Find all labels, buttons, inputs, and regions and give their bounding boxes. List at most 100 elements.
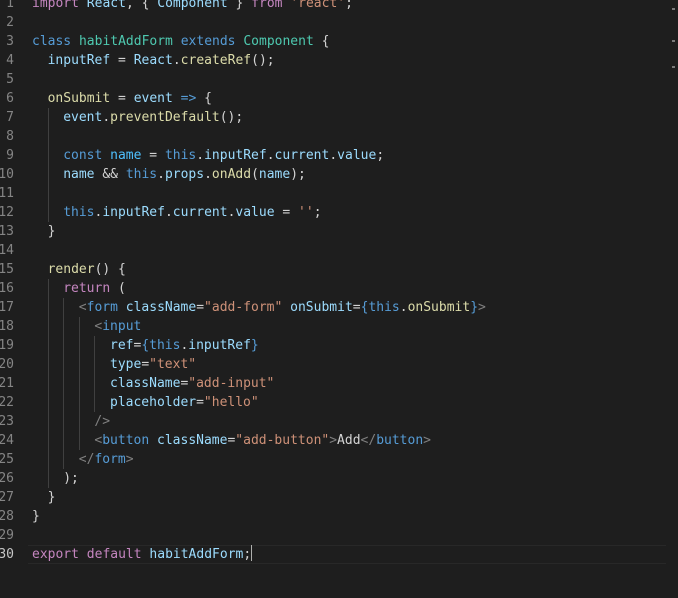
code-line[interactable]: class habitAddForm extends Component { [32, 32, 666, 51]
code-line[interactable]: export default habitAddForm; [28, 545, 666, 564]
code-token: className [157, 433, 228, 448]
code-line-content: className="add-input" [110, 376, 274, 391]
line-number: 26 [0, 471, 14, 486]
code-token: = [141, 357, 150, 372]
code-token: current [172, 205, 228, 220]
code-token: this [125, 167, 158, 182]
code-line[interactable]: inputRef = React.createRef(); [32, 51, 666, 70]
code-line-content: /> [94, 414, 110, 429]
code-line[interactable]: /> [32, 412, 666, 431]
code-line-content: class habitAddForm extends Component { [32, 34, 329, 49]
code-token: { [313, 34, 330, 49]
code-token: value [337, 148, 377, 163]
overview-ruler[interactable] [666, 0, 678, 598]
code-line[interactable]: ); [32, 469, 666, 488]
indent-guide [78, 393, 80, 412]
code-line[interactable]: return ( [32, 279, 666, 298]
code-line-content: event.preventDefault(); [63, 110, 243, 125]
code-line[interactable]: this.inputRef.current.value = ''; [32, 203, 666, 222]
indent-guide [63, 298, 65, 317]
indent-guide [47, 469, 49, 488]
code-token: . [164, 205, 173, 220]
code-line[interactable]: onSubmit = event => { [32, 89, 666, 108]
line-number: 11 [0, 186, 14, 201]
code-token: = [352, 300, 361, 315]
code-token: () { [94, 262, 126, 277]
code-line[interactable]: placeholder="hello" [32, 393, 666, 412]
code-token: inputRef [188, 338, 251, 353]
indent-guide [47, 203, 49, 222]
code-token: < [78, 300, 87, 315]
code-token: className [110, 376, 181, 391]
code-line[interactable]: render() { [32, 260, 666, 279]
code-token: = [196, 300, 205, 315]
line-number: 14 [0, 243, 14, 258]
code-line[interactable] [32, 13, 666, 32]
indent-guide [63, 393, 65, 412]
indent-guide [47, 431, 49, 450]
code-token: ; [345, 0, 353, 11]
code-token: input [102, 319, 142, 334]
code-token: "text" [149, 357, 197, 372]
code-line[interactable]: <input [32, 317, 666, 336]
line-number-gutter: 1 2 3 4 5 6 7 8 9 10 11 12 13 14 15 16 17 18 19 20 21 22 23 24 2… [0, 0, 16, 564]
ruler-marker [672, 8, 675, 10]
code-token: current [274, 148, 330, 163]
code-line[interactable]: type="text" [32, 355, 666, 374]
code-line-content: <input [94, 319, 141, 334]
code-line[interactable]: <button className="add-button">Add</butt… [32, 431, 666, 450]
code-line-content: export default habitAddForm; [32, 545, 253, 562]
code-line-content: this.inputRef.current.value = ''; [63, 205, 321, 220]
code-line-content: inputRef = React.createRef(); [48, 53, 275, 68]
code-line[interactable] [32, 241, 666, 260]
code-line[interactable]: className="add-input" [32, 374, 666, 393]
code-line-content: return ( [63, 281, 126, 296]
code-token: . [172, 53, 181, 68]
indent-guide [94, 393, 96, 412]
code-line[interactable]: name && this.props.onAdd(name); [32, 165, 666, 184]
code-line[interactable] [32, 526, 666, 545]
indent-guide [78, 336, 80, 355]
code-line[interactable] [32, 70, 666, 89]
code-token: "hello" [203, 395, 259, 410]
line-number: 9 [6, 148, 14, 163]
code-line[interactable]: </form> [32, 450, 666, 469]
code-token: > [423, 433, 431, 448]
code-line[interactable]: const name = this.inputRef.current.value… [32, 146, 666, 165]
code-token: ); [63, 471, 79, 486]
code-token: "add-form" [204, 300, 283, 315]
code-line[interactable]: import React, { Component } from 'react'… [32, 0, 666, 13]
indent-guide [47, 279, 49, 298]
code-line[interactable] [32, 127, 666, 146]
code-line[interactable]: event.preventDefault(); [32, 108, 666, 127]
code-token: { [196, 91, 212, 106]
indent-guide [47, 317, 49, 336]
code-token: } [470, 300, 479, 315]
code-line[interactable]: } [32, 222, 666, 241]
code-line[interactable]: } [32, 488, 666, 507]
indent-guide [94, 374, 96, 393]
line-number: 30 [0, 547, 14, 562]
code-area[interactable]: import React, { Component } from 'react'… [28, 0, 666, 564]
indent-guide [47, 336, 49, 355]
code-editor[interactable]: 1 2 3 4 5 6 7 8 9 10 11 12 13 14 15 16 17 18 19 20 21 22 23 24 2… [0, 0, 678, 598]
code-token: export [32, 547, 79, 562]
line-number: 25 [0, 452, 14, 467]
code-line[interactable]: <form className="add-form" onSubmit={thi… [32, 298, 666, 317]
code-token: ( [251, 167, 259, 182]
code-token: { [141, 338, 150, 353]
indent-guide [78, 317, 80, 336]
code-line-content: onSubmit = event => { [48, 91, 212, 106]
line-number: 27 [0, 490, 14, 505]
code-token: } [47, 224, 56, 239]
code-token: default [86, 547, 142, 562]
code-line[interactable]: ref={this.inputRef} [32, 336, 666, 355]
code-token: preventDefault [110, 110, 220, 125]
code-token: "add-input" [188, 376, 275, 391]
code-line[interactable]: } [32, 507, 666, 526]
indent-guide [78, 412, 80, 431]
code-token: . [102, 110, 111, 125]
code-line[interactable] [32, 184, 666, 203]
code-token: name [110, 148, 142, 163]
